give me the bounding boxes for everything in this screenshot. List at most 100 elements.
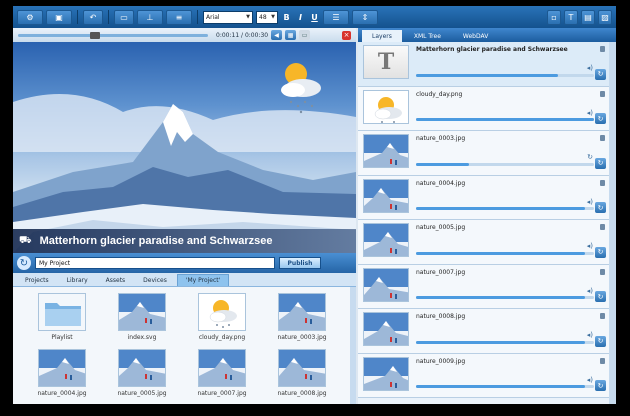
font-family-select[interactable]: Arial ▼: [203, 10, 253, 24]
speaker-icon[interactable]: ◂): [587, 287, 593, 295]
layer-row[interactable]: nature_0005.jpg ◂) ↻: [358, 220, 609, 265]
layer-row[interactable]: nature_0003.jpg ↻ ↻: [358, 131, 609, 176]
asset-scrollbar[interactable]: [350, 287, 356, 404]
project-bar: ↻ Publish: [13, 253, 356, 273]
timeline-track[interactable]: [18, 31, 208, 39]
tab-library[interactable]: Library: [59, 274, 96, 286]
asset-item[interactable]: nature_0005.jpg: [103, 348, 181, 399]
speaker-icon[interactable]: ◂): [587, 64, 593, 72]
layer-refresh-button[interactable]: ↻: [595, 291, 606, 302]
layer-refresh-button[interactable]: ↻: [595, 68, 606, 80]
toolbar-divider: [108, 10, 109, 24]
underline-button[interactable]: U: [309, 11, 320, 24]
layers-panel: Layers XML Tree WebDAV T Matterhorn glaci…: [358, 28, 616, 404]
lock-icon[interactable]: [600, 46, 605, 52]
asset-thumbnail: [198, 293, 246, 331]
layer-refresh-button[interactable]: ↻: [595, 246, 606, 258]
chevron-down-icon: ▼: [246, 14, 250, 20]
publish-button[interactable]: Publish: [279, 257, 321, 269]
matterhorn-landscape-image: [13, 63, 356, 253]
layer-refresh-button[interactable]: ↻: [595, 113, 606, 124]
asset-item[interactable]: nature_0004.jpg: [23, 348, 101, 399]
layer-refresh-button[interactable]: ↻: [595, 380, 606, 391]
tab-layers[interactable]: Layers: [362, 30, 402, 42]
bold-button[interactable]: B: [281, 11, 292, 24]
layer-progress-bar[interactable]: [416, 73, 594, 77]
text-icon: T: [568, 12, 574, 22]
add-text-button[interactable]: T: [564, 9, 578, 25]
layer-row[interactable]: T Matterhorn glacier paradise and Schwarz…: [358, 42, 609, 87]
arrange-menu-button[interactable]: ≡: [166, 9, 192, 25]
project-name-input[interactable]: [35, 257, 275, 269]
layer-row[interactable]: nature_0008.jpg ◂) ↻: [358, 309, 609, 354]
layers-scrollbar[interactable]: [609, 42, 616, 404]
layer-progress-bar[interactable]: [416, 118, 594, 121]
timeline-scrubber[interactable]: [90, 31, 100, 39]
lock-icon[interactable]: [600, 313, 605, 319]
volume-button[interactable]: ◀: [271, 30, 283, 40]
refresh-icon: ↻: [597, 159, 604, 167]
speaker-icon[interactable]: ◂): [587, 109, 593, 117]
layer-progress-bar[interactable]: [416, 251, 594, 255]
lock-icon[interactable]: [600, 135, 605, 141]
undo-button[interactable]: ↶: [83, 9, 103, 25]
layer-progress-bar[interactable]: [416, 385, 594, 388]
speaker-icon[interactable]: ◂): [587, 198, 593, 206]
loop-icon[interactable]: ↻: [587, 153, 593, 161]
fullscreen-button[interactable]: ▭: [299, 30, 311, 40]
asset-item[interactable]: cloudy_day.png: [183, 293, 261, 343]
speaker-icon[interactable]: ◂): [587, 376, 593, 384]
layer-name: cloudy_day.png: [416, 90, 463, 98]
layer-refresh-button[interactable]: ↻: [595, 335, 606, 347]
close-preview-button[interactable]: ×: [342, 30, 351, 40]
layer-row[interactable]: nature_0009.jpg ◂) ↻: [358, 353, 609, 398]
lock-icon[interactable]: [600, 179, 605, 186]
layer-progress-bar[interactable]: [416, 296, 594, 299]
asset-label: index.svg: [127, 334, 157, 341]
layer-progress-fill: [416, 118, 594, 121]
speaker-icon[interactable]: ◂): [587, 331, 593, 339]
editor-panel: 0:00:11 / 0:00:30 ◀ ▦ ▭ × ⛟ Matterhorn g…: [13, 28, 356, 404]
lock-icon[interactable]: [600, 90, 605, 97]
layer-row[interactable]: cloudy_day.png ◂) ↻: [358, 86, 609, 131]
lock-icon[interactable]: [600, 224, 605, 230]
asset-item[interactable]: nature_0008.jpg: [263, 348, 341, 399]
layer-progress-bar[interactable]: [416, 207, 594, 210]
cloudy-sun-icon: [364, 90, 408, 123]
font-size-select[interactable]: 48 ▼: [256, 10, 278, 24]
tab-xml-tree[interactable]: XML Tree: [404, 30, 451, 42]
asset-item[interactable]: nature_0003.jpg: [263, 293, 341, 343]
fit-view-button[interactable]: ▦: [285, 30, 297, 40]
italic-button[interactable]: I: [295, 11, 306, 24]
layer-refresh-button[interactable]: ↻: [595, 157, 606, 169]
add-media-button[interactable]: ▤: [581, 9, 595, 25]
tab-webdav[interactable]: WebDAV: [453, 30, 498, 42]
layout-button[interactable]: ▭: [114, 9, 134, 25]
tab-projects[interactable]: Projects: [17, 274, 57, 286]
slide-preview[interactable]: ⛟ Matterhorn glacier paradise and Schwar…: [13, 42, 356, 253]
align-menu-button[interactable]: ⊥: [137, 9, 163, 25]
layer-row[interactable]: nature_0007.jpg ◂) ↻: [358, 264, 609, 309]
asset-item[interactable]: index.svg: [103, 293, 181, 343]
lock-icon[interactable]: [600, 268, 605, 275]
settings-menu-button[interactable]: ⚙: [17, 9, 43, 25]
refresh-button[interactable]: ↻: [17, 256, 31, 270]
tab-devices[interactable]: Devices: [135, 274, 175, 286]
layer-refresh-button[interactable]: ↻: [595, 202, 606, 213]
photo-thumbnail: [199, 349, 245, 386]
layer-row[interactable]: nature_0004.jpg ◂) ↻: [358, 175, 609, 220]
asset-item[interactable]: nature_0007.jpg: [183, 348, 261, 399]
asset-item[interactable]: Playlist: [23, 293, 101, 343]
speaker-icon[interactable]: ◂): [587, 242, 593, 250]
layer-progress-bar[interactable]: [416, 340, 594, 344]
lock-icon[interactable]: [600, 357, 605, 364]
text-align-menu-button[interactable]: ☰: [323, 9, 349, 25]
tab-my-project[interactable]: 'My Project': [176, 274, 230, 286]
new-file-menu-button[interactable]: ▣: [46, 9, 72, 25]
tab-assets[interactable]: Assets: [98, 274, 134, 286]
delete-icon: ▫: [551, 12, 557, 22]
add-image-button[interactable]: ▨: [598, 9, 612, 25]
delete-layer-button[interactable]: ▫: [547, 9, 561, 25]
vertical-align-menu-button[interactable]: ⇕: [352, 9, 378, 25]
layer-progress-bar[interactable]: [416, 162, 594, 166]
